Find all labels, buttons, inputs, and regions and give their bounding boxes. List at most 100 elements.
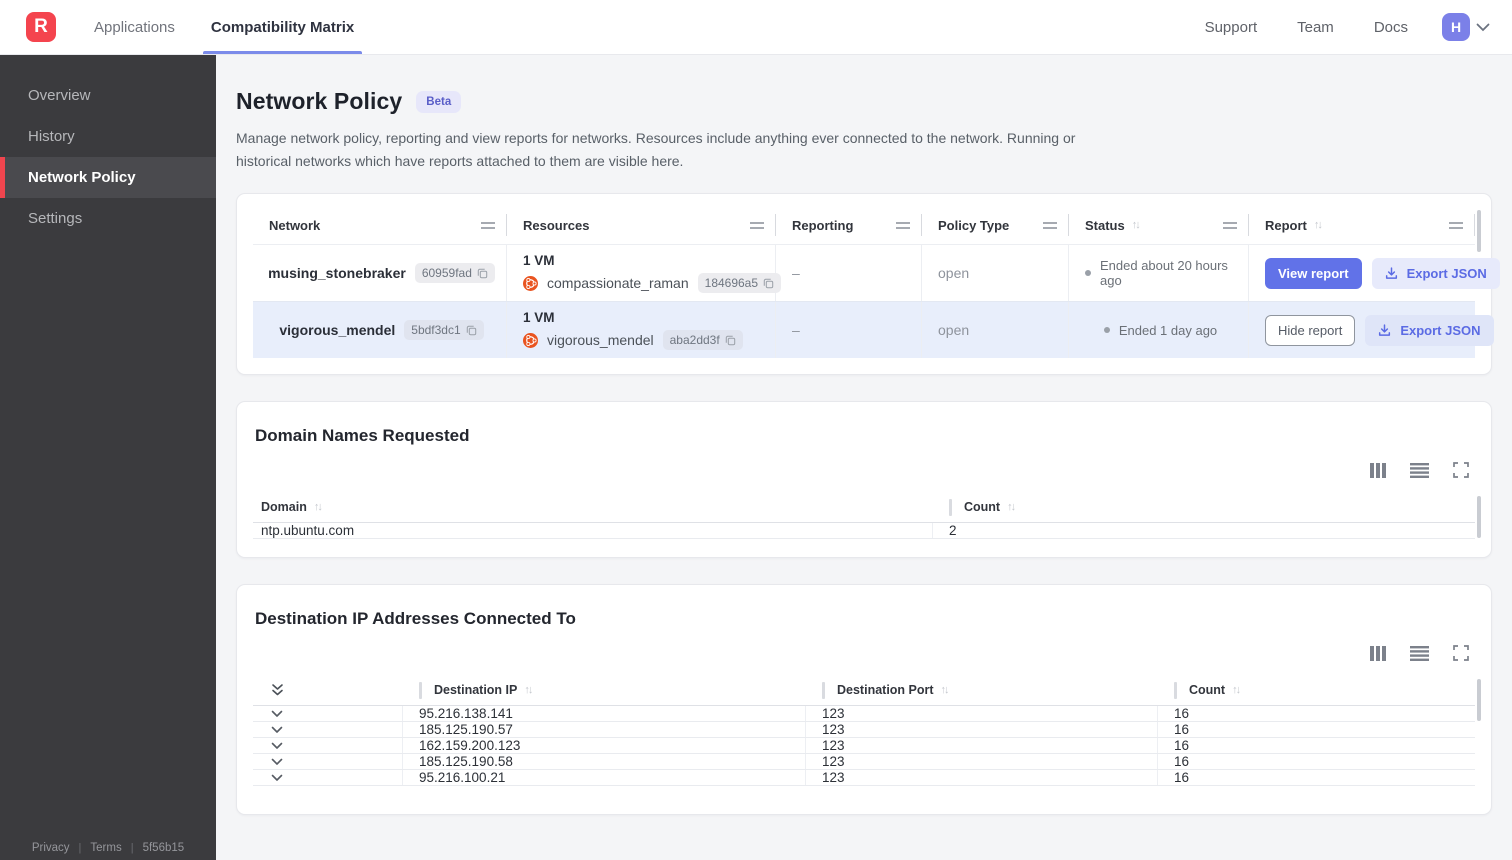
destination-port-cell: 123 [806,738,1158,754]
tab-compatibility-matrix[interactable]: Compatibility Matrix [202,0,363,54]
column-header-status[interactable]: Status ↑ ↓ [1069,206,1249,244]
sidebar-item-settings[interactable]: Settings [0,198,216,239]
terms-link[interactable]: Terms [90,842,121,854]
section-title: Domain Names Requested [255,426,470,446]
expand-row-button[interactable] [253,722,403,738]
nav-link-support[interactable]: Support [1205,19,1258,36]
nav-link-team[interactable]: Team [1297,19,1334,36]
column-drag-handle-icon[interactable] [1449,221,1463,229]
domains-table-header: Domain ↑ ↓ Count ↑ ↓ [253,492,1475,524]
network-id-badge: 5bdf3dc1 [404,320,484,341]
tab-applications[interactable]: Applications [94,0,175,54]
copy-icon[interactable] [725,335,736,346]
column-header-network: Network [253,206,507,244]
expand-row-button[interactable] [253,770,403,786]
table-scrollbar[interactable] [1477,679,1481,722]
status-dot [1103,327,1110,334]
column-header-count[interactable]: Count ↑ ↓ [1158,675,1475,705]
rows-icon[interactable] [1410,462,1429,478]
policy-type-cell: open [922,302,1069,359]
expand-row-button[interactable] [253,754,403,770]
status-cell: Ended about 20 hours ago [1069,245,1249,302]
table-row: ntp.ubuntu.com 2 [253,523,1475,540]
destination-ip-cell: 185.125.190.58 [403,754,806,770]
export-json-button[interactable]: Export JSON [1365,314,1494,346]
privacy-link[interactable]: Privacy [32,842,70,854]
destination-ip-cell: 95.216.100.21 [403,770,806,786]
beta-badge: Beta [416,90,462,113]
user-menu[interactable]: H [1442,13,1490,41]
table-row: vigorous_mendel 5bdf3dc1 1 VM vigorous_m… [253,301,1494,359]
column-divider [1174,681,1177,699]
build-version: 5f56b15 [142,842,185,854]
nav-link-docs[interactable]: Docs [1374,19,1408,36]
sidebar-item-history[interactable]: History [0,116,216,157]
sort-icon[interactable]: ↑ ↓ [314,501,323,513]
network-name: vigorous_mendel [279,322,396,339]
column-divider [949,498,952,516]
destination-ip-cell: 185.125.190.57 [403,722,806,738]
count-cell: 16 [1174,738,1190,754]
copy-icon[interactable] [466,325,477,336]
report-cell: Hide report Export JSON [1249,302,1506,358]
column-header-destination-ip[interactable]: Destination IP ↑ ↓ [403,675,806,705]
network-cell: musing_stonebraker 60959fad [253,245,507,302]
chevron-down-icon[interactable] [1476,23,1490,32]
count-cell: 16 [1174,770,1190,786]
network-name: musing_stonebraker [268,265,406,282]
sort-icon[interactable]: ↑ ↓ [1232,684,1241,696]
top-nav: R Applications Compatibility Matrix Supp… [0,0,1512,55]
destination-port-cell: 123 [806,706,1158,722]
column-drag-handle-icon[interactable] [1223,221,1237,229]
network-cell: vigorous_mendel 5bdf3dc1 [253,302,507,359]
expand-all-rows[interactable] [253,675,403,705]
count-cell: 16 [1174,722,1190,738]
table-scrollbar[interactable] [1477,496,1481,539]
sort-icon[interactable]: ↑ ↓ [941,684,950,696]
sort-icon[interactable]: ↑ ↓ [1007,501,1016,513]
sidebar-item-network-policy[interactable]: Network Policy [0,157,216,198]
column-header-report[interactable]: Report ↑ ↓ [1249,206,1475,244]
hide-report-button[interactable]: Hide report [1265,314,1356,346]
sidebar: Overview History Network Policy Settings… [0,55,216,860]
avatar[interactable]: H [1442,13,1470,41]
sidebar-item-overview[interactable]: Overview [0,75,216,116]
column-header-domain[interactable]: Domain ↑ ↓ [253,492,933,522]
column-drag-handle-icon[interactable] [481,221,495,229]
column-header-count[interactable]: Count ↑ ↓ [933,492,1475,522]
rows-icon[interactable] [1410,645,1429,661]
expand-row-button[interactable] [253,738,403,754]
vm-summary: 1 VM [523,253,555,269]
domain-cell: ntp.ubuntu.com [253,523,933,539]
table-scrollbar[interactable] [1477,210,1481,253]
sort-icon[interactable]: ↑ ↓ [1314,219,1323,231]
columns-icon[interactable] [1370,645,1386,661]
columns-icon[interactable] [1370,462,1386,478]
expand-icon[interactable] [1453,462,1469,479]
destination-ip-cell: 162.159.200.123 [403,738,806,754]
reporting-cell: – [776,245,922,302]
resources-cell: 1 VM vigorous_mendel aba2dd3f [507,302,776,359]
expand-icon[interactable] [1453,645,1469,662]
expand-row-button[interactable] [253,706,403,722]
column-drag-handle-icon[interactable] [896,221,910,229]
column-drag-handle-icon[interactable] [750,221,764,229]
section-title: Destination IP Addresses Connected To [255,609,576,629]
count-cell: 2 [949,523,957,539]
view-report-button[interactable]: View report [1265,257,1362,289]
destination-port-cell: 123 [806,754,1158,770]
table-row: 95.216.100.21 123 16 [253,770,1475,787]
copy-icon[interactable] [477,268,488,279]
column-header-destination-port[interactable]: Destination Port ↑ ↓ [806,675,1158,705]
copy-icon[interactable] [763,278,774,289]
table-row: 95.216.138.141 123 16 [253,706,1475,723]
sort-icon[interactable]: ↑ ↓ [1132,219,1141,231]
sort-icon[interactable]: ↑ ↓ [524,684,533,696]
export-json-button[interactable]: Export JSON [1371,257,1500,289]
destination-port-cell: 123 [806,770,1158,786]
table-row: 185.125.190.58 123 16 [253,754,1475,771]
destination-ip-cell: 95.216.138.141 [403,706,806,722]
app-logo[interactable]: R [26,12,56,42]
column-drag-handle-icon[interactable] [1043,221,1057,229]
double-chevron-down-icon[interactable] [271,683,284,697]
